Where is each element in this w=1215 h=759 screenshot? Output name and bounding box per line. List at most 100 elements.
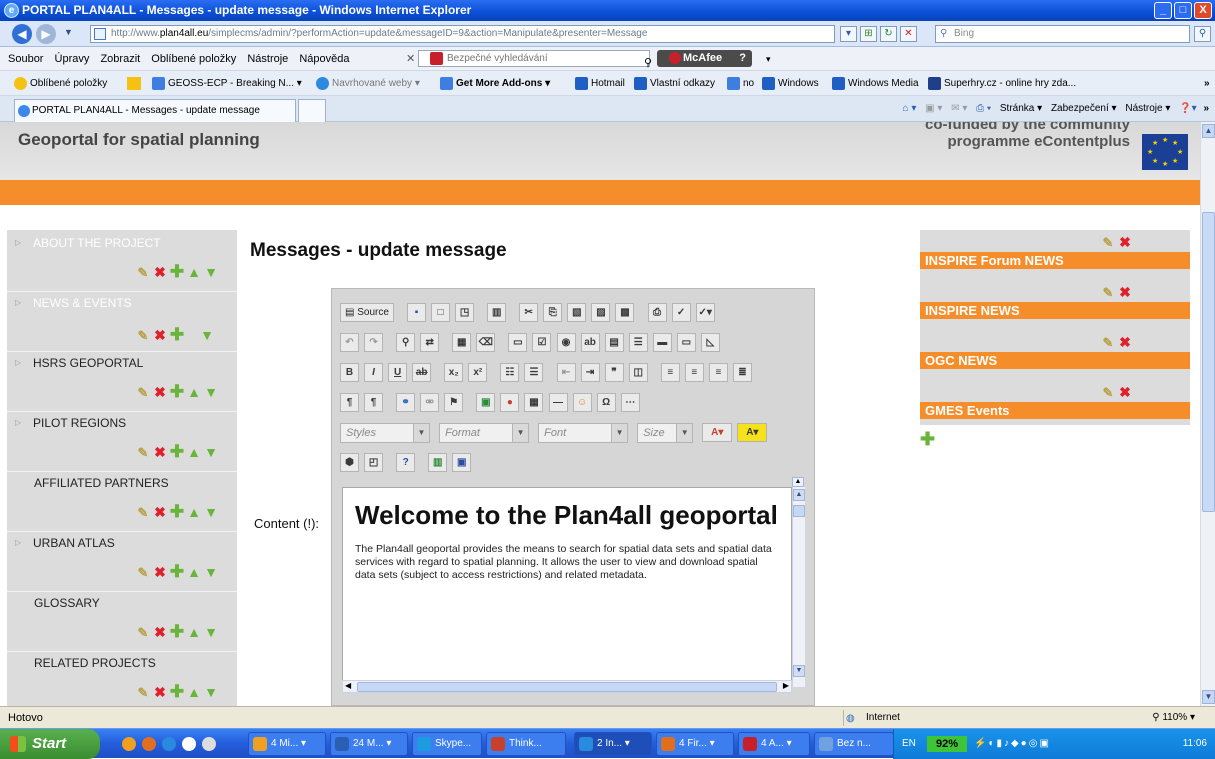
tools-menu[interactable]: Nástroje <box>1125 103 1162 114</box>
special-char-icon[interactable]: Ω <box>596 393 616 412</box>
redo-icon[interactable]: ↷ <box>364 333 384 352</box>
news-item[interactable]: ✎ ✖ INSPIRE NEWS <box>920 280 1190 328</box>
move-down-icon[interactable]: ▼ <box>203 624 219 640</box>
spellcheck-icon[interactable]: ✓ <box>671 303 691 322</box>
anchor-icon[interactable]: ⚑ <box>444 393 464 412</box>
stop-icon[interactable]: ✕ <box>900 26 917 42</box>
editor-horizontal-scrollbar[interactable]: ◀ ▶ <box>342 680 792 693</box>
news-title[interactable]: INSPIRE Forum NEWS <box>920 252 1190 269</box>
file-browser-icon[interactable]: ▥ <box>428 453 448 472</box>
find-icon[interactable]: ⚲ <box>396 333 416 352</box>
numbered-list-icon[interactable]: ☷ <box>500 363 520 382</box>
chevron-more-icon[interactable]: » <box>1204 71 1210 95</box>
delete-icon[interactable]: ✖ <box>1117 384 1133 400</box>
taskbar-item[interactable]: 2 In... ▾ <box>574 732 652 756</box>
mail-icon[interactable]: ✉ ▾ <box>951 103 967 114</box>
search-input[interactable]: ⚲ Bing <box>935 25 1190 43</box>
taskbar-item[interactable]: Skype... <box>412 732 482 756</box>
mcafee-dropdown-icon[interactable]: ▾ <box>766 47 771 71</box>
delete-icon[interactable]: ✖ <box>152 564 168 580</box>
add-icon[interactable]: ✚ <box>169 383 185 400</box>
tab-active[interactable]: PORTAL PLAN4ALL - Messages - update mess… <box>14 99 296 122</box>
help-icon[interactable]: ❓▾ <box>1179 103 1196 114</box>
image-button-icon[interactable]: ▭ <box>676 333 696 352</box>
quicklaunch-icon[interactable] <box>122 737 136 751</box>
bulleted-list-icon[interactable]: ☰ <box>524 363 544 382</box>
news-title[interactable]: OGC NEWS <box>920 352 1190 369</box>
delete-icon[interactable]: ✖ <box>152 684 168 700</box>
justify-icon[interactable]: ≣ <box>732 363 752 382</box>
delete-icon[interactable]: ✖ <box>152 504 168 520</box>
move-up-icon[interactable]: ▲ <box>186 444 202 460</box>
new-page-icon[interactable]: □ <box>431 303 451 322</box>
safety-menu[interactable]: Zabezpečení <box>1051 103 1109 114</box>
fav-windows[interactable]: Windows <box>762 71 819 95</box>
undo-icon[interactable]: ↶ <box>340 333 359 352</box>
scroll-right-icon[interactable]: ▶ <box>783 681 789 690</box>
smiley-icon[interactable]: ☺ <box>572 393 592 412</box>
move-up-icon[interactable]: ▲ <box>186 624 202 640</box>
address-input[interactable]: http://www.plan4all.eu/simplecms/admin/?… <box>90 25 835 43</box>
page-vertical-scrollbar[interactable]: ▲ ▼ <box>1200 122 1215 706</box>
print-icon[interactable]: ⎙ <box>647 303 667 322</box>
remove-format-icon[interactable]: ⌫ <box>476 333 496 352</box>
forward-button[interactable]: ▶ <box>36 24 56 44</box>
horizontal-rule-icon[interactable]: ― <box>548 393 568 412</box>
table-icon[interactable]: ▦ <box>524 393 544 412</box>
source-button[interactable]: ▤ Source <box>340 303 394 322</box>
move-up-icon[interactable]: ▲ <box>186 504 202 520</box>
taskbar-item[interactable]: Bez n... <box>814 732 894 756</box>
add-icon[interactable]: ✚ <box>169 263 185 280</box>
expand-arrow-icon[interactable]: ▷ <box>15 358 21 367</box>
edit-icon[interactable]: ✎ <box>135 685 151 701</box>
menu-favorites[interactable]: Oblíbené položky <box>151 53 236 65</box>
edit-icon[interactable]: ✎ <box>135 328 151 344</box>
menu-edit[interactable]: Úpravy <box>55 53 90 65</box>
favorites-button[interactable]: Oblíbené položky <box>14 71 107 95</box>
blockquote-icon[interactable]: ❞ <box>604 363 624 382</box>
text-color-icon[interactable]: A▾ <box>702 423 733 442</box>
move-up-icon[interactable]: ▲ <box>186 564 202 580</box>
chevron-more-icon[interactable]: » <box>1203 103 1209 114</box>
page-break-icon[interactable]: ⋯ <box>620 393 640 412</box>
sidebar-item-urban-atlas[interactable]: ▷ URBAN ATLAS ✎ ✖ ✚ ▲ ▼ <box>7 530 237 590</box>
superscript-icon[interactable]: x² <box>468 363 488 382</box>
fav-no[interactable]: no <box>727 71 754 95</box>
close-button[interactable]: X <box>1194 2 1212 19</box>
rtl-icon[interactable]: ¶ <box>364 393 384 412</box>
edit-icon[interactable]: ✎ <box>135 505 151 521</box>
edit-icon[interactable]: ✎ <box>1100 385 1116 401</box>
scroll-up-icon[interactable]: ▲ <box>793 489 805 501</box>
checkbox-icon[interactable]: ☑ <box>532 333 552 352</box>
menu-tools[interactable]: Nástroje <box>247 53 288 65</box>
feeds-icon[interactable]: ▣ ▾ <box>925 103 942 114</box>
move-up-icon[interactable]: ▲ <box>186 384 202 400</box>
fav-geoss[interactable]: GEOSS-ECP - Breaking N... ▾ <box>152 71 302 95</box>
move-down-icon[interactable]: ▼ <box>203 384 219 400</box>
add-icon[interactable]: ✚ <box>169 503 185 520</box>
menu-help[interactable]: Nápověda <box>299 53 349 65</box>
strike-icon[interactable]: ab <box>412 363 432 382</box>
sidebar-item-glossary[interactable]: GLOSSARY ✎ ✖ ✚ ▲ ▼ <box>7 590 237 650</box>
scroll-thumb[interactable] <box>793 505 805 517</box>
outdent-icon[interactable]: ⇤ <box>556 363 576 382</box>
sidebar-item-related[interactable]: RELATED PROJECTS ✎ ✖ ✚ ▲ ▼ <box>7 650 237 706</box>
textfield-icon[interactable]: ab <box>580 333 600 352</box>
sidebar-item-about[interactable]: ▷ ABOUT THE PROJECT ✎ ✖ ✚ ▲ ▼ <box>7 230 237 290</box>
select-field-icon[interactable]: ☰ <box>628 333 648 352</box>
expand-arrow-icon[interactable]: ▷ <box>15 238 21 247</box>
news-item[interactable]: ✎ ✖ GMES Events <box>920 380 1190 428</box>
move-down-icon[interactable]: ▼ <box>203 444 219 460</box>
paste-text-icon[interactable]: ▨ <box>591 303 611 322</box>
taskbar-item[interactable]: 4 A... ▾ <box>738 732 810 756</box>
edit-icon[interactable]: ✎ <box>135 385 151 401</box>
quicklaunch-icon[interactable] <box>182 737 196 751</box>
zoom-control[interactable]: ⚲ 110% ▾ <box>1152 707 1195 729</box>
button-field-icon[interactable]: ▬ <box>652 333 672 352</box>
edit-icon[interactable]: ✎ <box>135 445 151 461</box>
fav-hotmail[interactable]: Hotmail <box>575 71 625 95</box>
ie-icon[interactable] <box>162 737 176 751</box>
replace-icon[interactable]: ⇄ <box>420 333 440 352</box>
fav-superhry[interactable]: Superhry.cz - online hry zda... <box>928 71 1076 95</box>
scroll-up-icon[interactable]: ▲ <box>1202 124 1215 138</box>
